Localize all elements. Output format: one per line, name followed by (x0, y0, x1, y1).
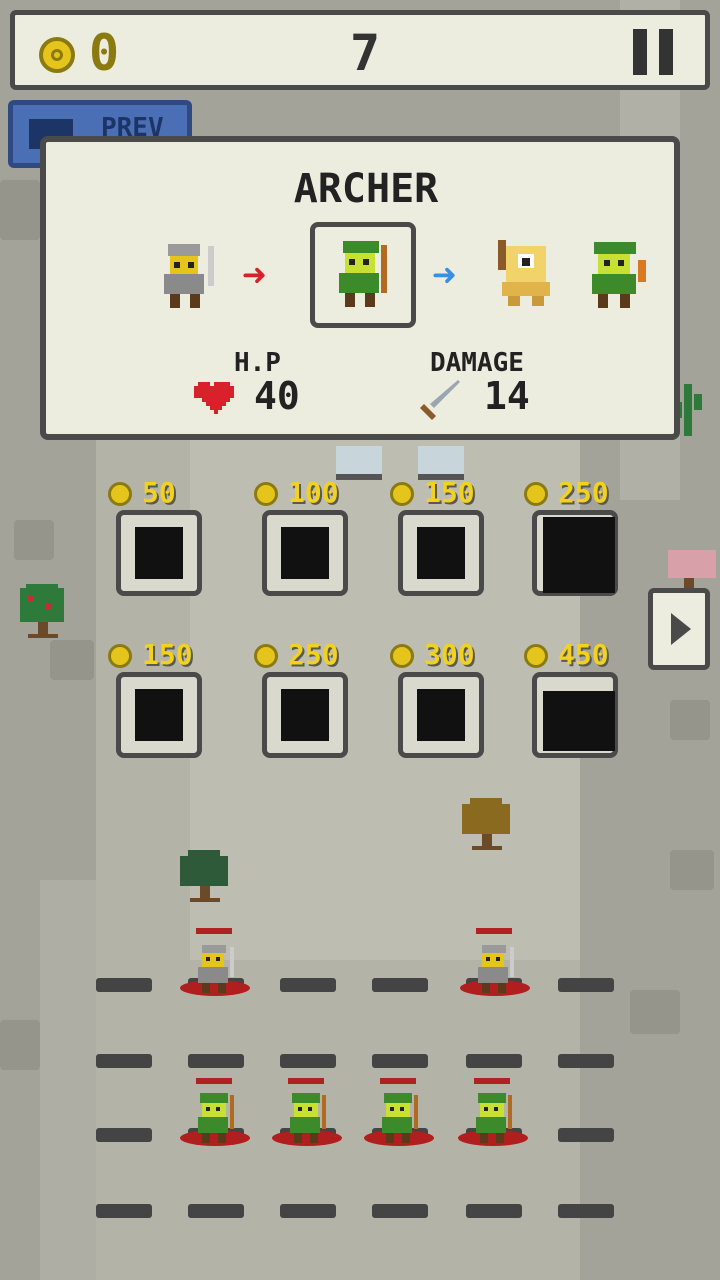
road-center (190, 440, 580, 960)
archer-silhouette-icon (281, 527, 329, 579)
price-value: 450 (558, 638, 609, 671)
giant-silhouette-icon (543, 517, 615, 593)
sword-icon (420, 380, 460, 420)
lane-marker (96, 978, 152, 992)
price-value: 250 (288, 638, 339, 671)
next-page-button[interactable] (648, 588, 710, 670)
coin-icon (254, 482, 278, 506)
lane-marker (558, 978, 614, 992)
price-value: 300 (424, 638, 475, 671)
lane-marker (372, 1054, 428, 1068)
statue (336, 446, 382, 480)
archer-unit[interactable] (180, 1084, 250, 1154)
soldier-silhouette-icon (135, 527, 183, 579)
beast-silhouette-icon (417, 689, 465, 741)
shop-slot-catapult[interactable] (532, 672, 618, 758)
pause-icon (659, 29, 673, 75)
rock (670, 700, 710, 740)
rock (50, 640, 94, 680)
shop-slot-dragon[interactable] (116, 672, 202, 758)
soldier-unit[interactable] (460, 934, 530, 1004)
lane-marker (280, 978, 336, 992)
coin-icon (39, 37, 75, 73)
tree-icon (180, 850, 228, 902)
heart-icon (194, 382, 234, 414)
lane-marker (280, 1054, 336, 1068)
rock (0, 180, 40, 240)
lane-marker (96, 1204, 152, 1218)
price-value: 150 (142, 638, 193, 671)
lane-marker (558, 1128, 614, 1142)
shop-slot-soldier[interactable] (116, 510, 202, 596)
coin-icon (390, 482, 414, 506)
coin-count: 0 (89, 24, 120, 82)
lane-marker (96, 1054, 152, 1068)
lane-marker (558, 1204, 614, 1218)
archer-icon[interactable] (327, 239, 399, 311)
catapult-silhouette-icon (543, 691, 615, 751)
unit-title: ARCHER (293, 166, 439, 212)
coin-icon (524, 482, 548, 506)
pause-icon (633, 29, 647, 75)
rock (0, 1020, 40, 1070)
dragon-silhouette-icon (135, 689, 183, 741)
coin-icon (254, 644, 278, 668)
soldier-icon[interactable] (150, 240, 222, 312)
arrow-right-icon: ➜ (432, 253, 457, 299)
coin-icon (108, 482, 132, 506)
price-value: 50 (142, 476, 176, 509)
soldier-unit[interactable] (180, 934, 250, 1004)
archer-unit[interactable] (364, 1084, 434, 1154)
price-value: 250 (558, 476, 609, 509)
shop-slot-beast[interactable] (398, 672, 484, 758)
lane-marker (466, 1054, 522, 1068)
archer-unit[interactable] (272, 1084, 342, 1154)
unit-info-panel: ARCHER ➜ ➜ H.P 40 DAMAGE 14 (40, 136, 680, 440)
lane-marker (96, 1128, 152, 1142)
coin-icon (108, 644, 132, 668)
lane-marker (558, 1054, 614, 1068)
arrow-right-icon: ➜ (242, 253, 267, 299)
shop-slot-mage[interactable] (398, 510, 484, 596)
mage-silhouette-icon (417, 527, 465, 579)
damage-value: 14 (484, 374, 530, 418)
pause-button[interactable] (627, 29, 677, 75)
price-value: 150 (424, 476, 475, 509)
shop-slot-knight-rider[interactable] (262, 672, 348, 758)
lane-marker (466, 1204, 522, 1218)
rock (670, 850, 714, 890)
hp-value: 40 (254, 374, 300, 418)
lane-marker (188, 1204, 244, 1218)
cyclops-icon[interactable] (492, 238, 564, 310)
wave-number: 7 (349, 24, 381, 82)
rock (630, 990, 680, 1034)
lane-marker (372, 1204, 428, 1218)
tree-icon (20, 584, 64, 638)
rider-silhouette-icon (281, 689, 329, 741)
coin-icon (390, 644, 414, 668)
statue (418, 446, 464, 480)
shop-slot-giant[interactable] (532, 510, 618, 596)
lane-marker (188, 1054, 244, 1068)
coin-icon (524, 644, 548, 668)
shop-slot-archer[interactable] (262, 510, 348, 596)
terrain-edge (40, 880, 96, 1280)
rock (14, 520, 54, 560)
tree-icon (462, 798, 510, 850)
price-value: 100 (288, 476, 339, 509)
elf-archer-icon[interactable] (582, 240, 654, 312)
lane-marker (372, 978, 428, 992)
archer-unit[interactable] (458, 1084, 528, 1154)
top-hud: 0 7 (10, 10, 710, 90)
lane-marker (280, 1204, 336, 1218)
